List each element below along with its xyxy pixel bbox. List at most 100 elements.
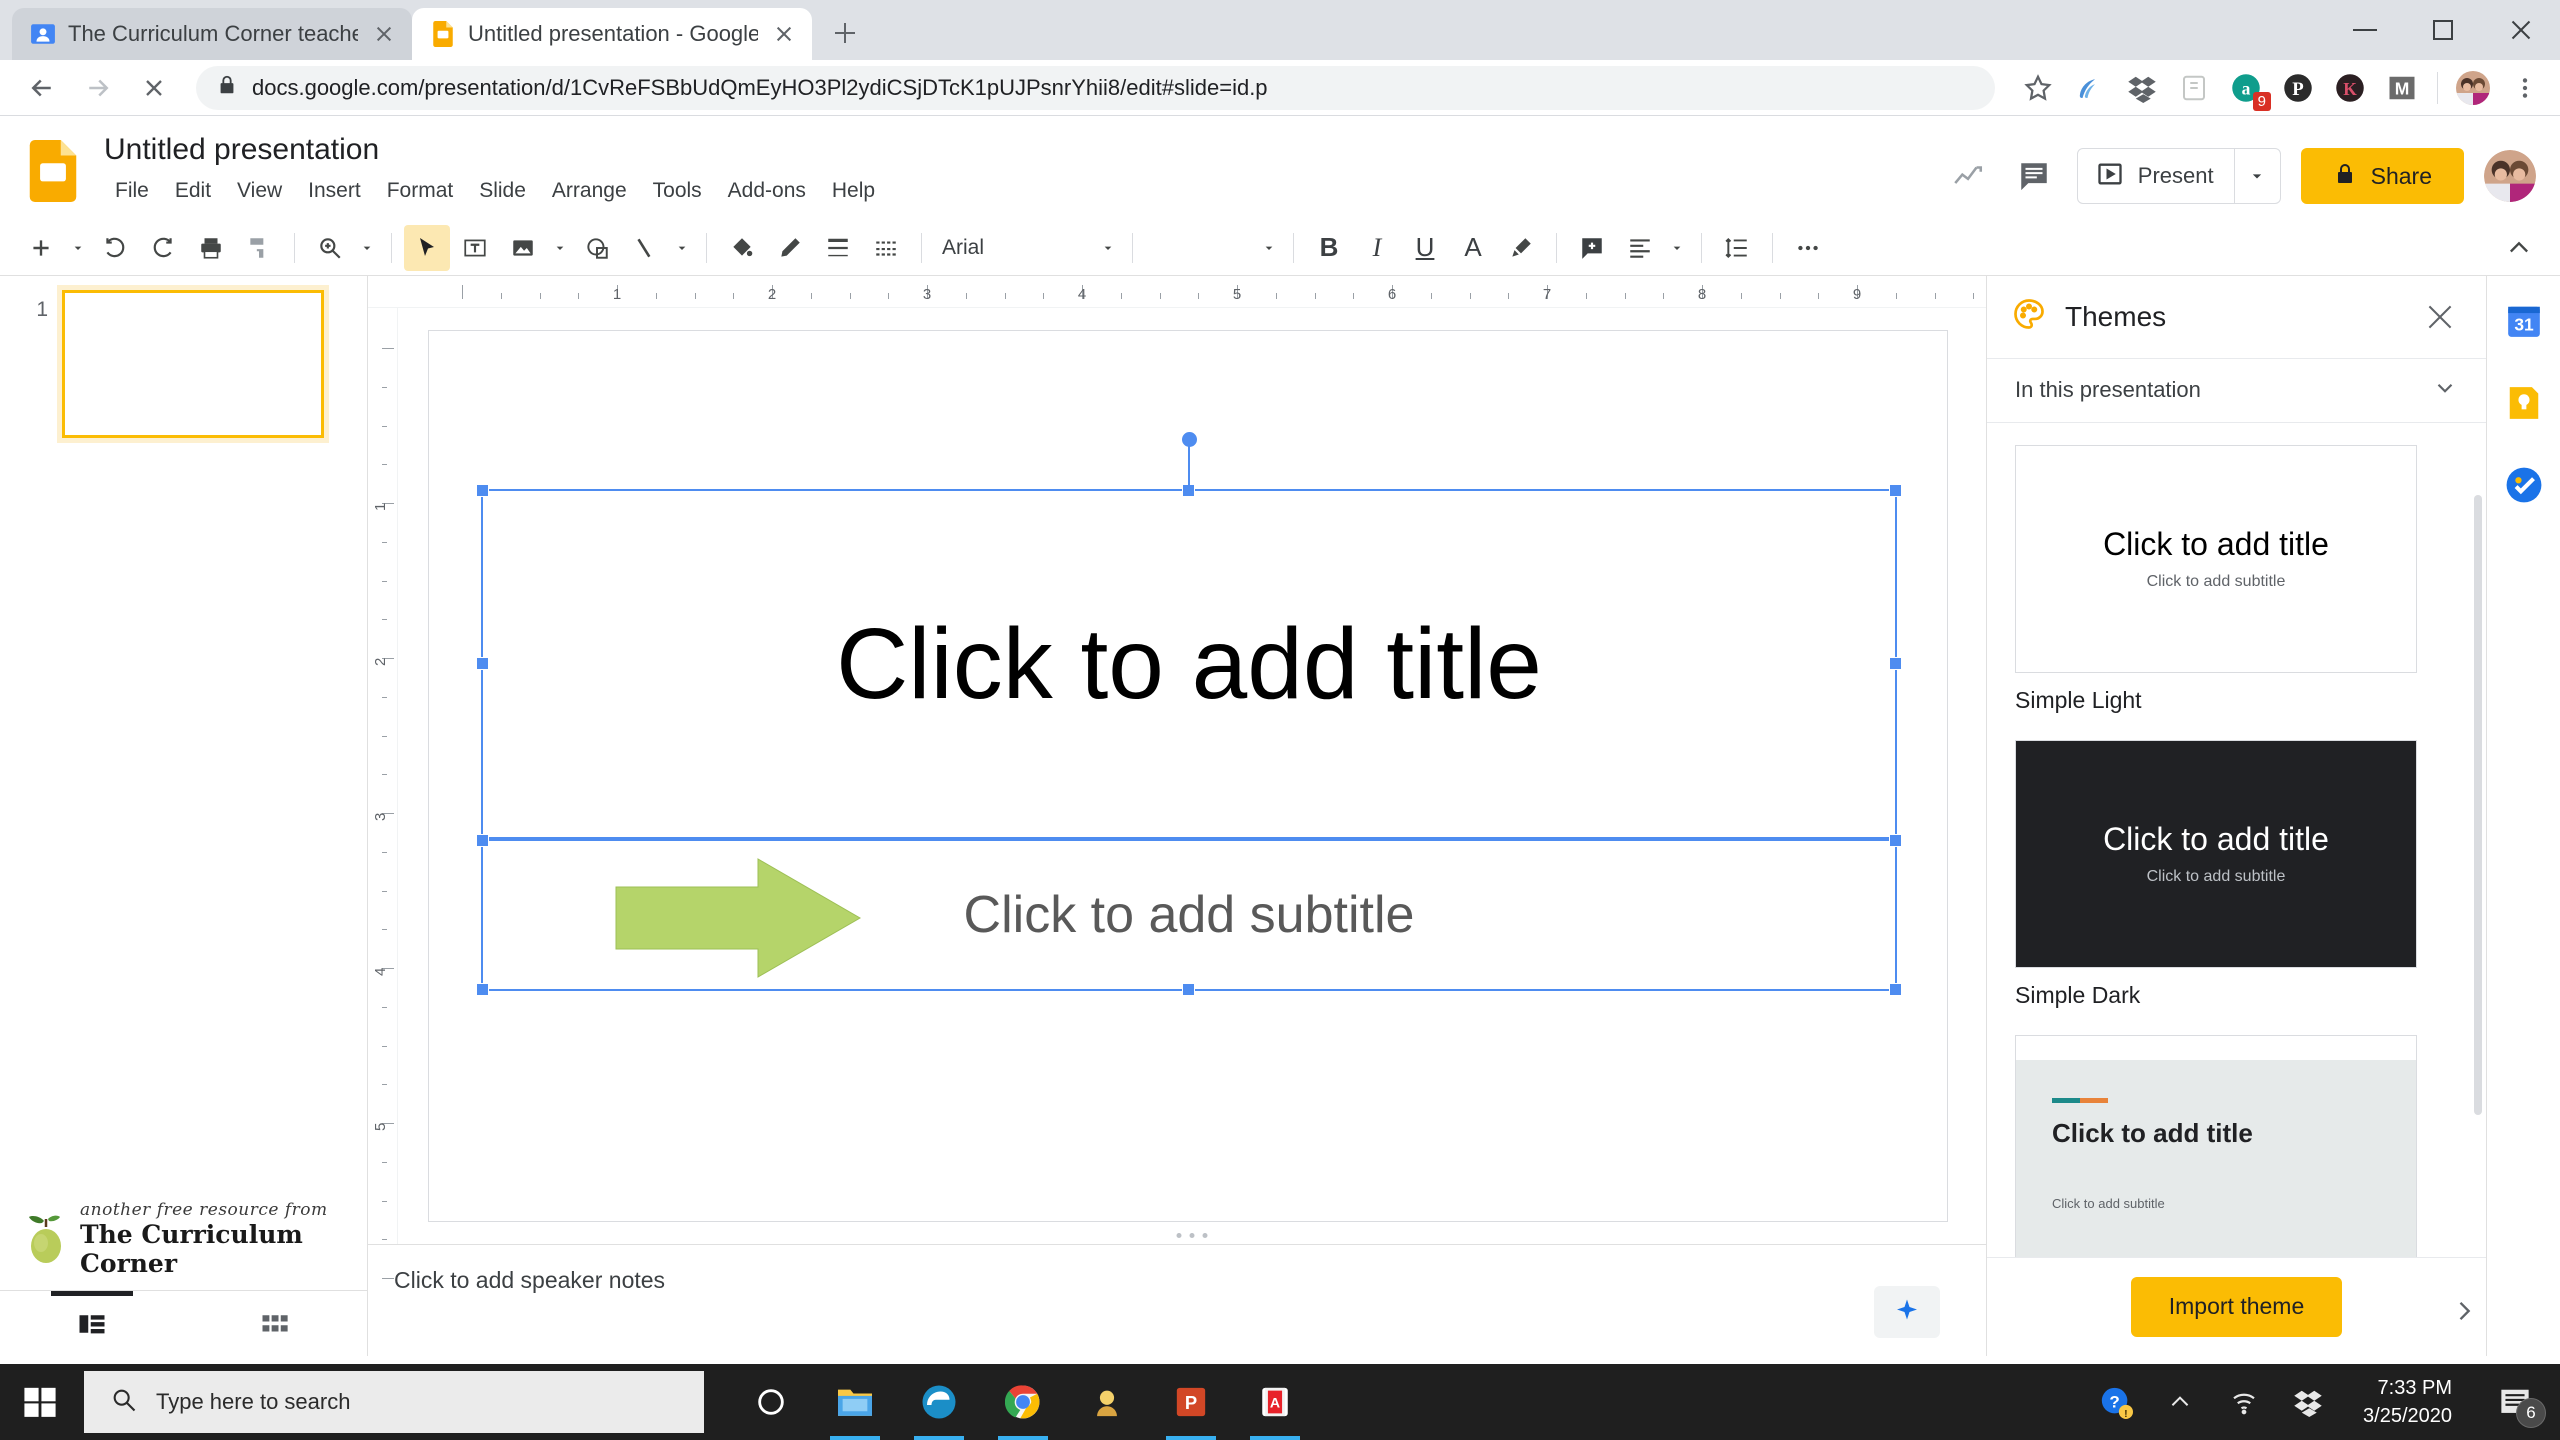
file-explorer-icon[interactable] bbox=[818, 1364, 892, 1440]
chevron-down-icon[interactable] bbox=[66, 225, 90, 271]
chevron-down-icon[interactable] bbox=[1096, 225, 1120, 271]
speaker-notes-panel[interactable]: Click to add speaker notes bbox=[368, 1244, 1986, 1356]
menu-view[interactable]: View bbox=[226, 174, 293, 208]
paint-roller-icon[interactable] bbox=[236, 225, 282, 271]
undo-icon[interactable] bbox=[92, 225, 138, 271]
bold-button[interactable]: B bbox=[1306, 225, 1352, 271]
resize-handle-tl[interactable] bbox=[476, 484, 489, 497]
filmstrip-view-icon[interactable] bbox=[0, 1291, 184, 1356]
chevron-up-icon[interactable] bbox=[2496, 225, 2542, 271]
maximize-icon[interactable] bbox=[2404, 0, 2482, 60]
taskbar-clock[interactable]: 7:33 PM 3/25/2020 bbox=[2353, 1374, 2462, 1430]
highlighter-icon[interactable] bbox=[1498, 225, 1544, 271]
google-calendar-icon[interactable]: 31 bbox=[2505, 302, 2543, 340]
wifi-icon[interactable] bbox=[2225, 1383, 2263, 1421]
forward-arrow-icon[interactable] bbox=[74, 64, 122, 112]
plus-icon[interactable] bbox=[18, 225, 64, 271]
dashed-line-icon[interactable] bbox=[863, 225, 909, 271]
grid-view-icon[interactable] bbox=[184, 1291, 368, 1356]
image-icon[interactable] bbox=[500, 225, 546, 271]
minimize-icon[interactable] bbox=[2326, 0, 2404, 60]
theme-thumbnail[interactable]: Click to add title Click to add subtitle bbox=[2015, 444, 2417, 673]
evernote-icon[interactable] bbox=[2177, 71, 2211, 105]
close-icon[interactable] bbox=[2482, 0, 2560, 60]
rotate-handle[interactable] bbox=[1182, 432, 1197, 447]
text-color-button[interactable]: A bbox=[1450, 225, 1496, 271]
chevron-down-icon[interactable] bbox=[355, 225, 379, 271]
powerpoint-icon[interactable]: P bbox=[1154, 1364, 1228, 1440]
show-hidden-icons-chevron[interactable] bbox=[2161, 1383, 2199, 1421]
theme-thumbnail[interactable]: Click to add title Click to add subtitle bbox=[2015, 1034, 2417, 1257]
menu-edit[interactable]: Edit bbox=[164, 174, 222, 208]
horizontal-ruler[interactable]: 1 2 3 4 5 6 7 8 9 bbox=[368, 276, 2013, 308]
cortana-icon[interactable] bbox=[734, 1364, 808, 1440]
google-tasks-icon[interactable] bbox=[2505, 466, 2543, 504]
magnifier-plus-icon[interactable] bbox=[307, 225, 353, 271]
resize-handle-bc[interactable] bbox=[1182, 983, 1195, 996]
themes-list[interactable]: Click to add title Click to add subtitle… bbox=[1987, 423, 2486, 1257]
pinterest-icon[interactable]: P bbox=[2281, 71, 2315, 105]
cursor-arrow-icon[interactable] bbox=[404, 224, 450, 271]
align-left-icon[interactable] bbox=[1617, 225, 1663, 271]
filmstrip-slide-1[interactable]: 1 bbox=[0, 290, 367, 438]
lines-thickness-icon[interactable] bbox=[815, 225, 861, 271]
menu-arrange[interactable]: Arrange bbox=[541, 174, 638, 208]
google-keep-icon[interactable] bbox=[2505, 384, 2543, 422]
resize-handle-tc[interactable] bbox=[1182, 484, 1195, 497]
pencil-icon[interactable] bbox=[767, 225, 813, 271]
printer-icon[interactable] bbox=[188, 225, 234, 271]
theme-card-streamline[interactable]: Click to add title Click to add subtitle… bbox=[2015, 1034, 2458, 1257]
resize-handle-tr[interactable] bbox=[1889, 484, 1902, 497]
present-button[interactable]: Present bbox=[2078, 149, 2234, 203]
close-icon[interactable] bbox=[2418, 295, 2462, 339]
google-chrome-icon[interactable] bbox=[986, 1364, 1060, 1440]
browser-tab-1[interactable]: The Curriculum Corner teachers bbox=[12, 8, 412, 60]
menu-format[interactable]: Format bbox=[376, 174, 465, 208]
menu-insert[interactable]: Insert bbox=[297, 174, 372, 208]
profile-avatar[interactable] bbox=[2456, 70, 2490, 105]
menu-slide[interactable]: Slide bbox=[468, 174, 537, 208]
import-theme-button[interactable]: Import theme bbox=[2130, 1276, 2343, 1337]
font-size-input[interactable] bbox=[1145, 228, 1255, 268]
comment-history-icon[interactable] bbox=[2011, 153, 2057, 199]
page-title[interactable]: Untitled presentation bbox=[104, 130, 1945, 170]
shape-circle-icon[interactable] bbox=[574, 225, 620, 271]
menu-tools[interactable]: Tools bbox=[642, 174, 713, 208]
grammarly-icon[interactable] bbox=[2073, 71, 2107, 105]
share-button[interactable]: Share bbox=[2300, 148, 2464, 204]
italic-button[interactable]: I bbox=[1354, 225, 1400, 271]
resize-handle-bl[interactable] bbox=[476, 983, 489, 996]
menu-help[interactable]: Help bbox=[821, 174, 886, 208]
vertical-ruler[interactable]: 1 2 3 4 5 bbox=[368, 308, 398, 1279]
taskbar-search-input[interactable]: Type here to search bbox=[84, 1371, 704, 1433]
theme-thumbnail[interactable]: Click to add title Click to add subtitle bbox=[2015, 739, 2417, 968]
close-icon[interactable] bbox=[770, 20, 798, 48]
chrome-menu-icon[interactable] bbox=[2508, 71, 2542, 105]
chevron-down-icon[interactable] bbox=[2432, 375, 2458, 406]
account-avatar[interactable] bbox=[2484, 150, 2536, 202]
menu-file[interactable]: File bbox=[104, 174, 160, 208]
windows-start-icon[interactable] bbox=[0, 1364, 80, 1440]
browser-tab-2[interactable]: Untitled presentation - Google S bbox=[412, 8, 812, 60]
underline-button[interactable]: U bbox=[1402, 225, 1448, 271]
dropbox-tray-icon[interactable] bbox=[2289, 1383, 2327, 1421]
chevron-down-icon[interactable] bbox=[670, 225, 694, 271]
help-question-icon[interactable]: ?! bbox=[2097, 1383, 2135, 1421]
line-icon[interactable] bbox=[622, 225, 668, 271]
line-spacing-icon[interactable] bbox=[1714, 225, 1760, 271]
title-placeholder[interactable]: Click to add title bbox=[476, 432, 1902, 839]
url-bar[interactable]: docs.google.com/presentation/d/1CvReFSBb… bbox=[196, 65, 1995, 110]
more-options-icon[interactable] bbox=[1785, 225, 1831, 271]
add-comment-icon[interactable] bbox=[1569, 225, 1615, 271]
chevron-down-icon[interactable] bbox=[1665, 225, 1689, 271]
resize-handle-sr[interactable] bbox=[1889, 834, 1902, 847]
skype-icon[interactable] bbox=[1070, 1364, 1144, 1440]
kroger-icon[interactable]: K bbox=[2333, 71, 2367, 105]
menu-addons[interactable]: Add-ons bbox=[717, 174, 817, 208]
dropbox-icon[interactable] bbox=[2125, 71, 2159, 105]
microsoft-edge-icon[interactable] bbox=[902, 1364, 976, 1440]
adobe-reader-icon[interactable]: A bbox=[1238, 1364, 1312, 1440]
chevron-right-icon[interactable] bbox=[2450, 1297, 2478, 1330]
themes-section-header[interactable]: In this presentation bbox=[1987, 359, 2486, 423]
resize-handle-sl[interactable] bbox=[476, 834, 489, 847]
